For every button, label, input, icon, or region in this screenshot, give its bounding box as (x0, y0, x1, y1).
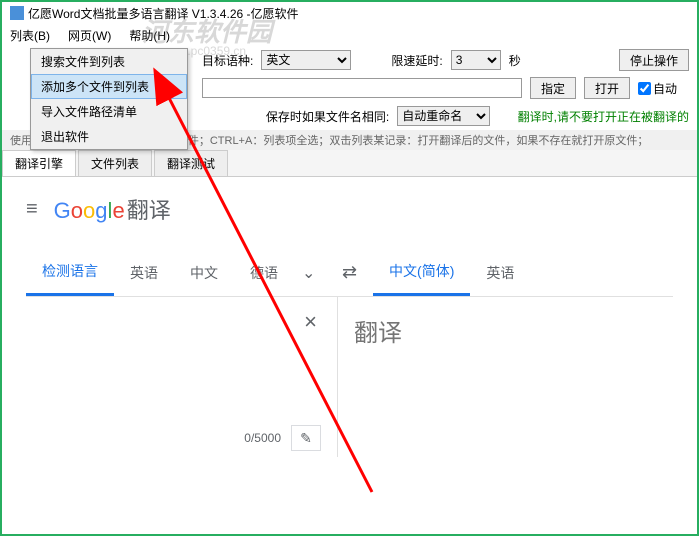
char-count: 0/5000 (244, 431, 281, 445)
open-button[interactable]: 打开 (584, 77, 630, 99)
dropdown-add-files[interactable]: 添加多个文件到列表 (31, 74, 187, 99)
window-title: 亿愿Word文档批量多语言翻译 V1.3.4.26 -亿愿软件 (28, 5, 299, 22)
input-pane[interactable]: × 0/5000 ✎ (26, 297, 337, 457)
google-logo: Google翻译 (54, 193, 171, 225)
target-chinese-simp[interactable]: 中文(简体) (373, 249, 470, 296)
pencil-icon[interactable]: ✎ (291, 425, 321, 451)
tab-test[interactable]: 翻译测试 (154, 150, 228, 176)
hamburger-icon[interactable]: ≡ (26, 198, 38, 221)
path-input[interactable] (202, 78, 522, 98)
dropdown-search-files[interactable]: 搜索文件到列表 (31, 49, 187, 74)
lang-english[interactable]: 英语 (114, 251, 174, 295)
menu-webpage[interactable]: 网页(W) (68, 27, 111, 44)
warning-text: 翻译时,请不要打开正在被翻译的 (518, 108, 689, 125)
save-label: 保存时如果文件名相同: (266, 108, 389, 125)
tab-engine[interactable]: 翻译引擎 (2, 150, 76, 176)
menu-help[interactable]: 帮助(H) (129, 27, 170, 44)
output-pane: 翻译 (337, 297, 673, 457)
auto-label: 自动 (653, 80, 677, 97)
limit-label: 限速延时: (391, 52, 442, 69)
swap-icon[interactable]: ⇄ (326, 262, 373, 283)
clear-icon[interactable]: × (304, 309, 317, 335)
lang-german[interactable]: 德语 (234, 251, 294, 295)
dropdown-exit[interactable]: 退出软件 (31, 124, 187, 149)
list-dropdown: 搜索文件到列表 添加多个文件到列表 导入文件路径清单 退出软件 (30, 48, 188, 150)
seconds-label: 秒 (509, 52, 521, 69)
locate-button[interactable]: 指定 (530, 77, 576, 99)
lang-detect[interactable]: 检测语言 (26, 249, 114, 296)
target-english[interactable]: 英语 (470, 251, 530, 295)
menu-list[interactable]: 列表(B) (10, 27, 50, 44)
stop-button[interactable]: 停止操作 (619, 49, 689, 71)
lang-chinese[interactable]: 中文 (174, 251, 234, 295)
dropdown-import-paths[interactable]: 导入文件路径清单 (31, 99, 187, 124)
tab-filelist[interactable]: 文件列表 (78, 150, 152, 176)
save-mode-select[interactable]: 自动重命名 (397, 106, 490, 126)
target-lang-select[interactable]: 英文 (261, 50, 351, 70)
limit-select[interactable]: 3 (451, 50, 501, 70)
target-lang-label: 目标语种: (202, 52, 253, 69)
auto-checkbox[interactable] (638, 82, 651, 95)
output-placeholder: 翻译 (354, 320, 402, 347)
app-icon (10, 6, 24, 20)
source-chevron-icon[interactable]: ⌄ (294, 263, 323, 283)
